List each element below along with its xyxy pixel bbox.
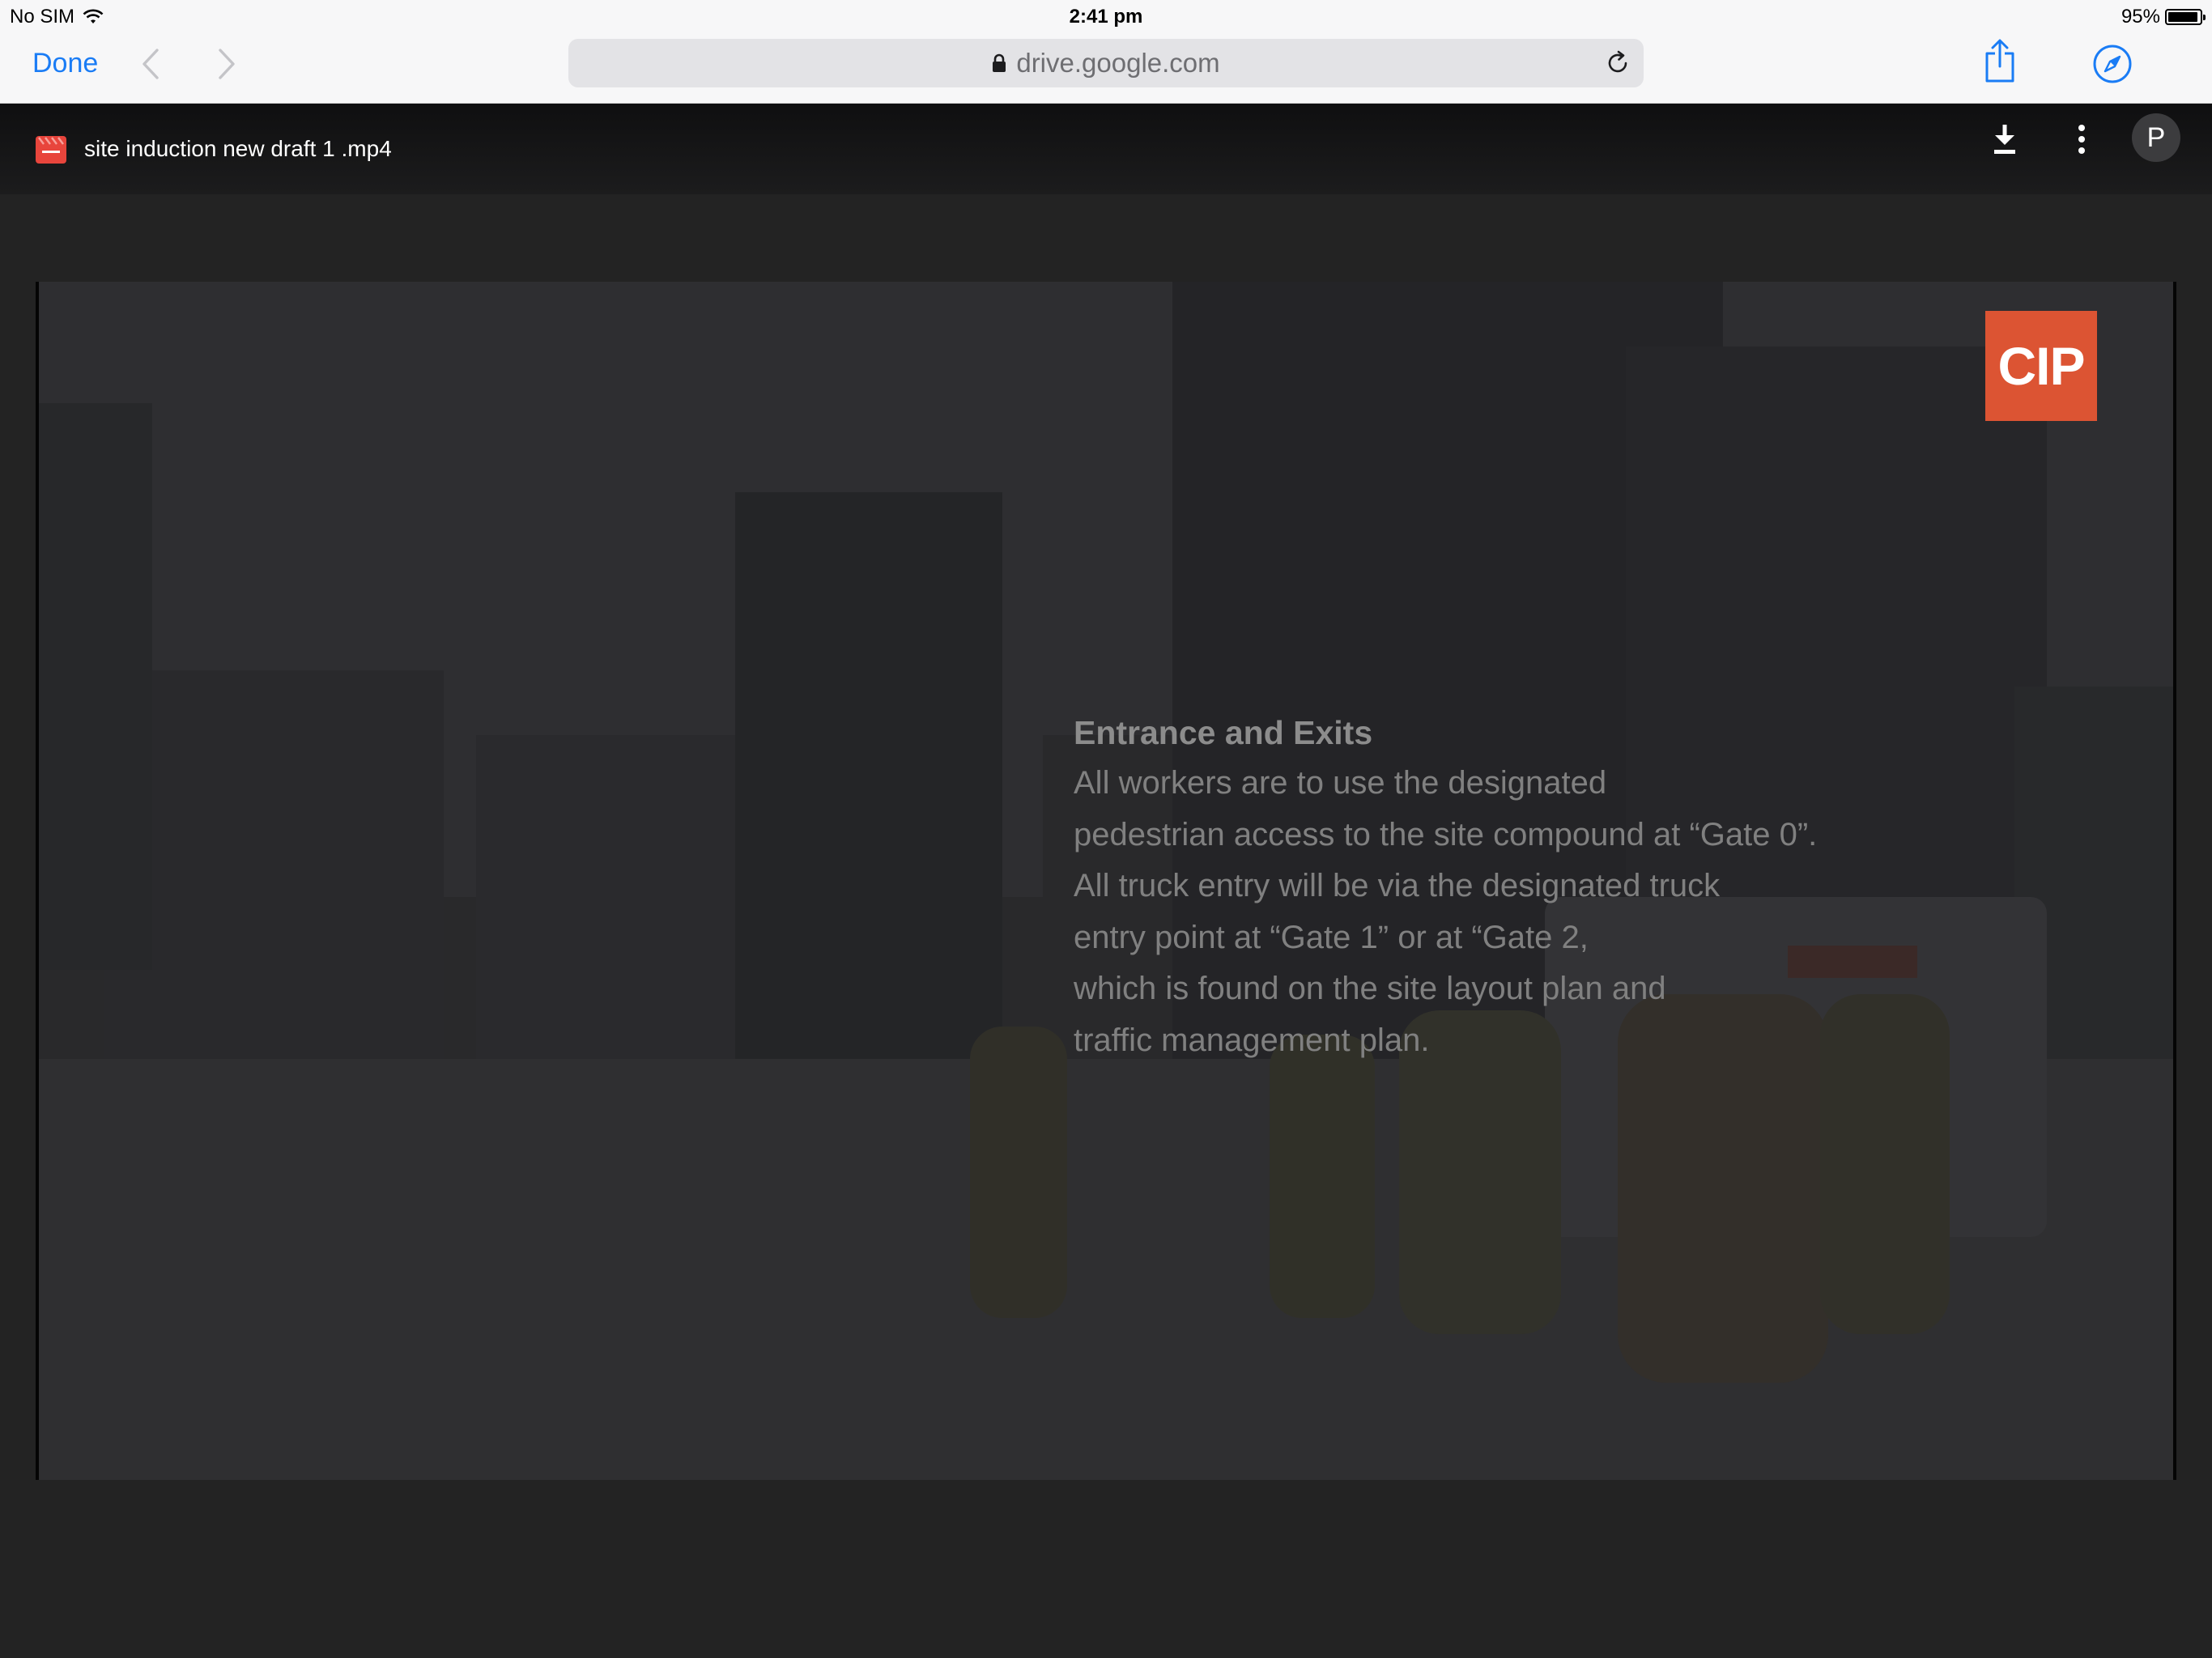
battery-icon <box>2165 9 2206 25</box>
slide-caption: Entrance and Exits All workers are to us… <box>1074 708 1964 1066</box>
more-vert-icon[interactable] <box>2071 121 2092 157</box>
status-time: 2:41 pm <box>1069 6 1143 28</box>
file-name: site induction new draft 1 .mp4 <box>84 136 392 161</box>
slide-line: entry point at “Gate 1” or at “Gate 2, <box>1074 919 1589 955</box>
slide-line: pedestrian access to the site compound a… <box>1074 816 1818 852</box>
slide-line: which is found on the site layout plan a… <box>1074 971 1666 1006</box>
forward-chevron-icon[interactable] <box>212 47 241 81</box>
compass-icon[interactable] <box>2092 44 2133 84</box>
video-file-icon <box>36 136 66 164</box>
battery-percent: 95% <box>2121 6 2160 28</box>
address-bar[interactable]: drive.google.com <box>568 39 1644 87</box>
done-button[interactable]: Done <box>32 45 98 81</box>
url-text: drive.google.com <box>1016 48 1220 78</box>
slide-line: All truck entry will be via the designat… <box>1074 868 1721 903</box>
share-icon[interactable] <box>1984 39 2016 83</box>
download-icon[interactable] <box>1989 121 2021 157</box>
account-avatar[interactable]: P <box>2132 113 2180 162</box>
address-content: drive.google.com <box>568 39 1644 87</box>
slide-line: All workers are to use the designated <box>1074 765 1607 801</box>
cip-logo: CIP <box>1985 311 2097 421</box>
reload-icon[interactable] <box>1605 50 1631 76</box>
slide-heading: Entrance and Exits <box>1074 714 1373 751</box>
video-player[interactable]: CIP Entrance and Exits All workers are t… <box>36 282 2176 1480</box>
status-battery: 95% <box>2121 5 2206 29</box>
lock-icon <box>993 53 1006 72</box>
safari-toolbar: No SIM 2:41 pm 95% Done drive.google.com <box>0 0 2212 104</box>
slide-line: traffic management plan. <box>1074 1022 1430 1058</box>
drive-viewer-header: site induction new draft 1 .mp4 P <box>0 104 2212 194</box>
back-chevron-icon[interactable] <box>136 47 165 81</box>
